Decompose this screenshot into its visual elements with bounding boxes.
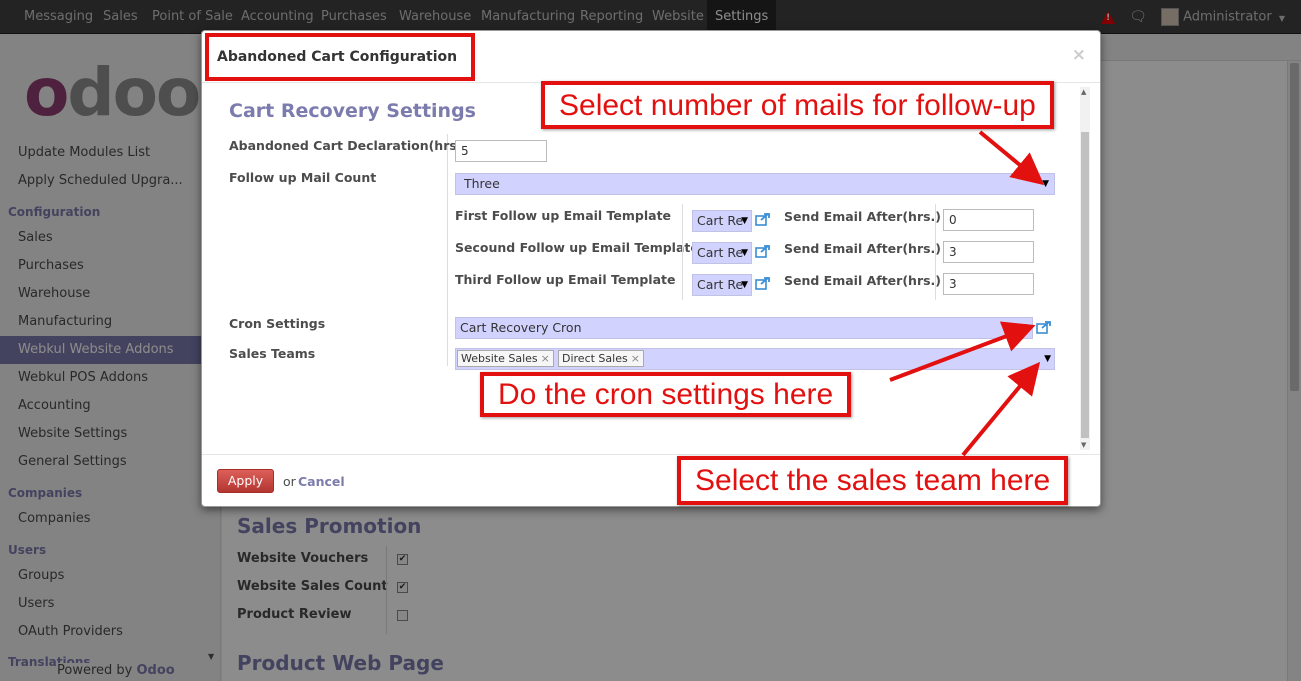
sales-team-callout: Select the sales team here [677, 456, 1069, 505]
cron-callout: Do the cron settings here [480, 372, 852, 417]
followup-callout: Select number of mails for follow-up [541, 81, 1054, 129]
